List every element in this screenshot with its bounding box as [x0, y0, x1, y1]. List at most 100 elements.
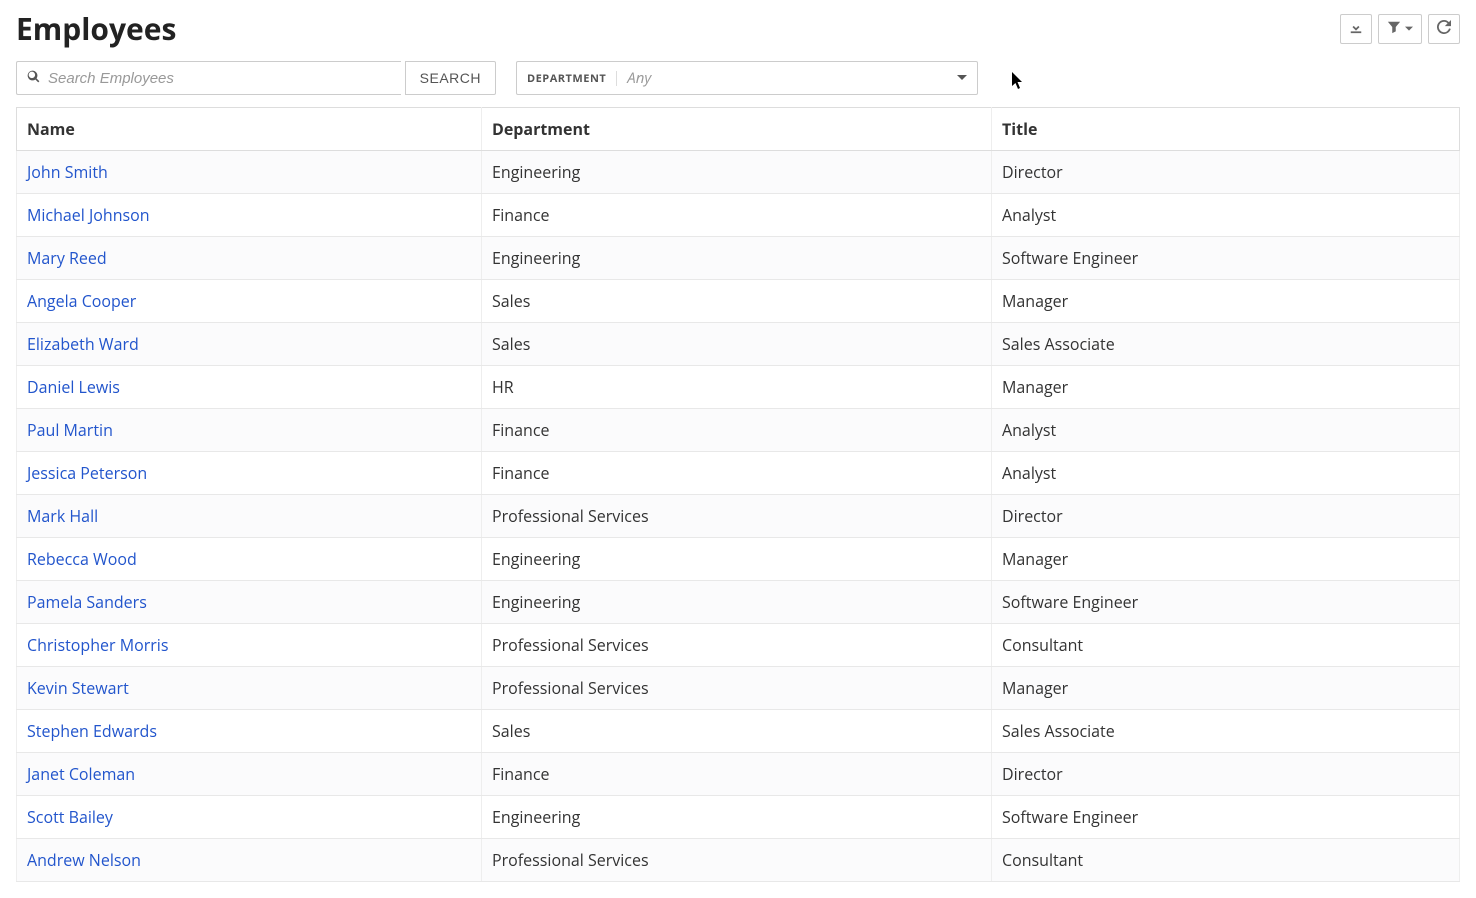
cell-department: Professional Services	[482, 495, 992, 538]
cell-title: Software Engineer	[992, 237, 1460, 280]
cell-title: Software Engineer	[992, 581, 1460, 624]
cell-title: Manager	[992, 280, 1460, 323]
filters-row: SEARCH DEPARTMENT Any	[16, 61, 1460, 95]
employee-link[interactable]: Daniel Lewis	[27, 376, 120, 398]
table-row: Mark Hall Professional ServicesDirector	[17, 495, 1460, 538]
table-row: Kevin StewartProfessional ServicesManage…	[17, 667, 1460, 710]
table-row: Mary Reed EngineeringSoftware Engineer	[17, 237, 1460, 280]
table-row: Paul MartinFinanceAnalyst	[17, 409, 1460, 452]
cell-name: Paul Martin	[17, 409, 482, 452]
cell-department: Finance	[482, 753, 992, 796]
caret-down-icon	[1405, 21, 1413, 36]
cell-name: Daniel Lewis	[17, 366, 482, 409]
cell-name: Christopher Morris	[17, 624, 482, 667]
col-header-title[interactable]: Title	[992, 108, 1460, 151]
cell-title: Consultant	[992, 839, 1460, 882]
cell-title: Analyst	[992, 194, 1460, 237]
search-button[interactable]: SEARCH	[405, 61, 496, 95]
employee-link[interactable]: Mark Hall	[27, 505, 98, 527]
search-icon	[27, 68, 46, 88]
department-filter-value: Any	[627, 68, 957, 88]
cell-title: Manager	[992, 366, 1460, 409]
cell-department: Finance	[482, 194, 992, 237]
employee-link[interactable]: Kevin Stewart	[27, 677, 129, 699]
cell-name: Jessica Peterson	[17, 452, 482, 495]
filter-icon	[1387, 20, 1401, 37]
cell-name: John Smith	[17, 151, 482, 194]
employee-link[interactable]: John Smith	[27, 161, 108, 183]
cell-name: Mary Reed	[17, 237, 482, 280]
cell-name: Kevin Stewart	[17, 667, 482, 710]
cell-department: Finance	[482, 452, 992, 495]
table-row: Daniel Lewis HRManager	[17, 366, 1460, 409]
cell-title: Analyst	[992, 452, 1460, 495]
employee-link[interactable]: Pamela Sanders	[27, 591, 147, 613]
employee-link[interactable]: Angela Cooper	[27, 290, 136, 312]
employee-link[interactable]: Elizabeth Ward	[27, 333, 139, 355]
table-row: Jessica Peterson FinanceAnalyst	[17, 452, 1460, 495]
cell-title: Director	[992, 495, 1460, 538]
table-row: Scott Bailey EngineeringSoftware Engineer	[17, 796, 1460, 839]
caret-down-icon	[957, 68, 967, 88]
department-filter-label: DEPARTMENT	[527, 71, 617, 86]
cell-title: Director	[992, 753, 1460, 796]
table-row: Pamela SandersEngineeringSoftware Engine…	[17, 581, 1460, 624]
cell-department: HR	[482, 366, 992, 409]
col-header-dept[interactable]: Department	[482, 108, 992, 151]
employee-link[interactable]: Rebecca Wood	[27, 548, 137, 570]
employees-table: Name Department Title John Smith Engineer…	[16, 107, 1460, 882]
employee-link[interactable]: Janet Coleman	[27, 763, 135, 785]
cell-department: Engineering	[482, 237, 992, 280]
cell-title: Sales Associate	[992, 710, 1460, 753]
cell-department: Sales	[482, 710, 992, 753]
search-group: SEARCH	[16, 61, 496, 95]
download-icon	[1349, 20, 1363, 37]
download-button[interactable]	[1340, 14, 1372, 44]
cell-title: Sales Associate	[992, 323, 1460, 366]
employee-link[interactable]: Michael Johnson	[27, 204, 150, 226]
cell-title: Manager	[992, 538, 1460, 581]
table-row: Stephen Edwards SalesSales Associate	[17, 710, 1460, 753]
employee-link[interactable]: Jessica Peterson	[27, 462, 147, 484]
cell-name: Stephen Edwards	[17, 710, 482, 753]
employee-link[interactable]: Stephen Edwards	[27, 720, 157, 742]
search-input[interactable]	[46, 69, 391, 88]
search-input-wrap	[16, 61, 401, 95]
table-row: Janet Coleman FinanceDirector	[17, 753, 1460, 796]
cell-department: Professional Services	[482, 624, 992, 667]
table-header: Name Department Title	[17, 108, 1460, 151]
cell-department: Sales	[482, 280, 992, 323]
cell-name: Andrew Nelson	[17, 839, 482, 882]
cell-department: Finance	[482, 409, 992, 452]
employee-link[interactable]: Scott Bailey	[27, 806, 113, 828]
toolbar	[1340, 14, 1460, 44]
table-row: Elizabeth WardSalesSales Associate	[17, 323, 1460, 366]
cell-name: Scott Bailey	[17, 796, 482, 839]
cell-department: Engineering	[482, 538, 992, 581]
cell-name: Elizabeth Ward	[17, 323, 482, 366]
cell-title: Software Engineer	[992, 796, 1460, 839]
cell-department: Engineering	[482, 796, 992, 839]
cell-title: Director	[992, 151, 1460, 194]
page-title: Employees	[16, 8, 176, 49]
cell-name: Michael Johnson	[17, 194, 482, 237]
cell-name: Rebecca Wood	[17, 538, 482, 581]
cell-name: Angela Cooper	[17, 280, 482, 323]
employee-link[interactable]: Christopher Morris	[27, 634, 168, 656]
refresh-button[interactable]	[1428, 14, 1460, 44]
table-row: Angela Cooper SalesManager	[17, 280, 1460, 323]
employee-link[interactable]: Paul Martin	[27, 419, 113, 441]
cell-name: Mark Hall	[17, 495, 482, 538]
refresh-icon	[1437, 20, 1451, 37]
table-row: John Smith EngineeringDirector	[17, 151, 1460, 194]
department-filter[interactable]: DEPARTMENT Any	[516, 61, 978, 95]
table-row: Rebecca Wood EngineeringManager	[17, 538, 1460, 581]
filter-button[interactable]	[1378, 14, 1422, 44]
table-row: Christopher MorrisProfessional ServicesC…	[17, 624, 1460, 667]
employee-link[interactable]: Mary Reed	[27, 247, 107, 269]
cell-title: Manager	[992, 667, 1460, 710]
employee-link[interactable]: Andrew Nelson	[27, 849, 141, 871]
page-header: Employees	[16, 8, 1460, 49]
cell-department: Engineering	[482, 151, 992, 194]
col-header-name[interactable]: Name	[17, 108, 482, 151]
